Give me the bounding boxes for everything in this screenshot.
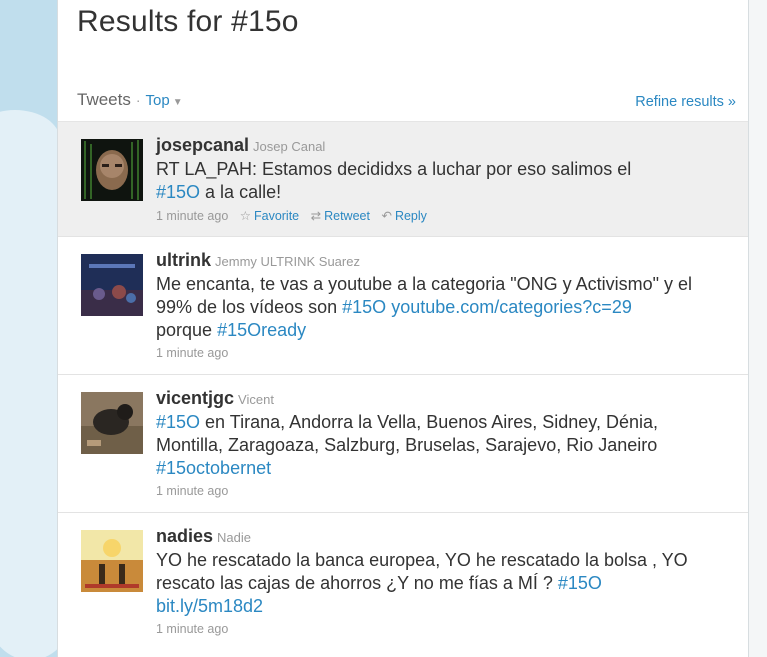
- tweet-username[interactable]: vicentjgc: [156, 388, 234, 408]
- tweet-meta: 1 minute ago ☆ Favorite ⇄ Retweet ↶ Reply: [156, 208, 730, 223]
- url-link[interactable]: bit.ly/5m18d2: [156, 596, 263, 616]
- avatar-image: [81, 254, 143, 316]
- favorite-label: Favorite: [253, 209, 300, 223]
- tweet-text-part: YO he rescatado la banca europea, YO he …: [156, 550, 688, 593]
- avatar-image: [81, 139, 143, 201]
- tweet-item[interactable]: josepcanal Josep Canal RT LA_PAH: Estamos…: [58, 122, 748, 237]
- tweet-text-part: en Tirana, Andorra la Vella, Buenos Aire…: [156, 412, 658, 455]
- results-tabs: Tweets · Top ▼: [77, 90, 183, 110]
- avatar-image: [81, 392, 143, 454]
- tweet-timestamp[interactable]: 1 minute ago: [156, 209, 228, 223]
- cloud-decoration: [0, 140, 60, 657]
- avatar[interactable]: [81, 254, 143, 316]
- reply-icon: ↶: [381, 209, 392, 223]
- retweet-icon: ⇄: [310, 209, 322, 223]
- reply-label: Reply: [394, 209, 427, 223]
- tweet-timestamp[interactable]: 1 minute ago: [156, 484, 228, 498]
- tweet-text-part: porque: [156, 320, 218, 340]
- tweet-item[interactable]: nadies Nadie YO he rescatado la banca eur…: [58, 513, 748, 657]
- hashtag-link[interactable]: #15O: [558, 573, 602, 593]
- tweet-item[interactable]: ultrink Jemmy ULTRINK Suarez Me encanta, …: [58, 237, 748, 375]
- tweet-realname: Josep Canal: [253, 139, 326, 154]
- tweet-text-part: RT LA_PAH: Estamos decididxs a luchar po…: [156, 159, 632, 179]
- tweet-username[interactable]: ultrink: [156, 250, 211, 270]
- page-title: Results for #15o: [77, 5, 299, 38]
- hashtag-link[interactable]: #15O: [156, 412, 200, 432]
- background-sky: [0, 0, 60, 657]
- tweet-username[interactable]: nadies: [156, 526, 213, 546]
- hashtag-link[interactable]: #15Oready: [217, 320, 306, 340]
- tab-separator: ·: [135, 92, 141, 108]
- tweet-timestamp[interactable]: 1 minute ago: [156, 622, 228, 636]
- retweet-label: Retweet: [324, 209, 370, 223]
- right-gutter: [748, 0, 767, 657]
- tweet-username[interactable]: josepcanal: [156, 135, 249, 155]
- tweet-realname: Vicent: [238, 392, 274, 407]
- tweet-text: Me encanta, te vas a youtube a la catego…: [156, 273, 730, 342]
- tweet-text: #15O en Tirana, Andorra la Vella, Buenos…: [156, 411, 730, 480]
- avatar-image: [81, 530, 143, 592]
- tweet-realname: Nadie: [217, 530, 251, 545]
- favorite-button[interactable]: ☆ Favorite: [240, 209, 299, 223]
- star-icon: ☆: [239, 209, 251, 223]
- tweet-timestamp[interactable]: 1 minute ago: [156, 346, 228, 360]
- hashtag-link[interactable]: #15O: [342, 297, 386, 317]
- chevron-down-icon[interactable]: ▼: [173, 97, 183, 108]
- hashtag-link[interactable]: #15octobernet: [156, 458, 271, 478]
- reply-button[interactable]: ↶ Reply: [381, 209, 426, 223]
- tab-top[interactable]: Top: [146, 92, 170, 109]
- tab-tweets[interactable]: Tweets: [77, 90, 131, 109]
- tweet-realname: Jemmy ULTRINK Suarez: [215, 254, 360, 269]
- search-results-panel: Results for #15o Tweets · Top ▼ Refine resu…: [57, 0, 749, 657]
- retweet-button[interactable]: ⇄ Retweet: [311, 209, 370, 223]
- tweet-text-part: a la calle!: [200, 182, 282, 202]
- hashtag-link[interactable]: #15O: [156, 182, 200, 202]
- refine-results-link[interactable]: Refine results »: [635, 94, 736, 110]
- avatar[interactable]: [81, 530, 143, 592]
- avatar[interactable]: [81, 392, 143, 454]
- tweet-item[interactable]: vicentjgc Vicent #15O en Tirana, Andorra …: [58, 375, 748, 513]
- url-link[interactable]: youtube.com/categories?c=29: [391, 297, 632, 317]
- tweet-text: YO he rescatado la banca europea, YO he …: [156, 549, 730, 618]
- tweet-text: RT LA_PAH: Estamos decididxs a luchar po…: [156, 158, 730, 204]
- avatar[interactable]: [81, 139, 143, 201]
